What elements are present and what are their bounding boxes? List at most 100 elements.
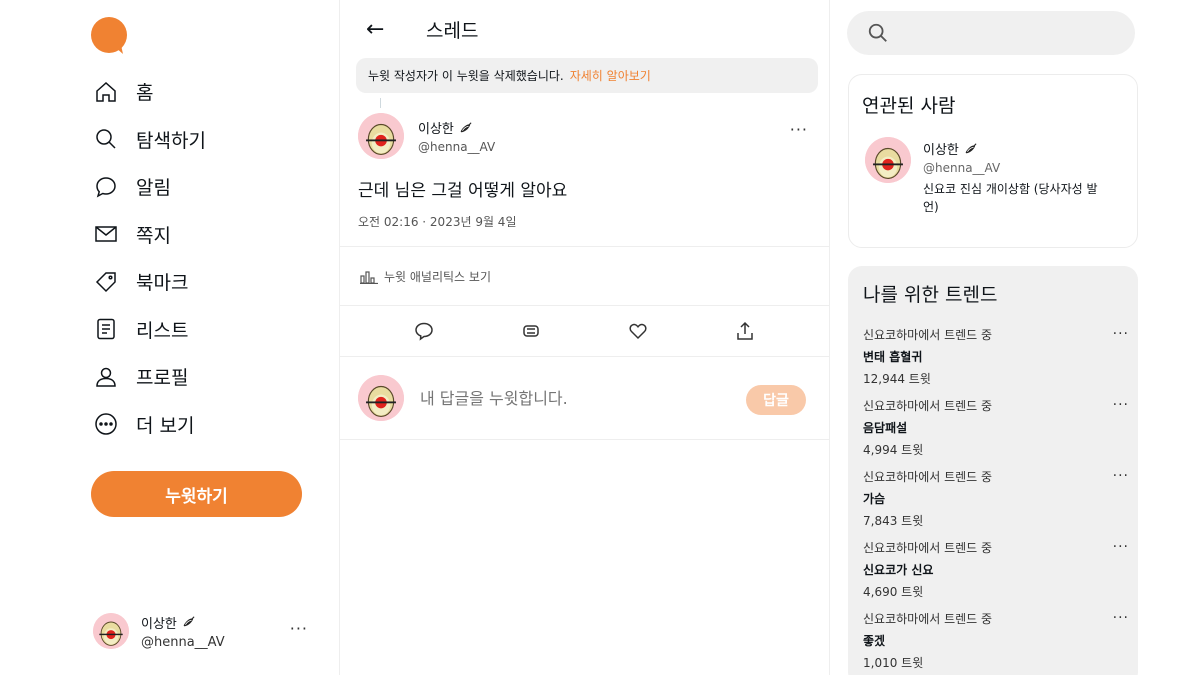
nav-label: 알림 [136, 177, 171, 200]
trend-item[interactable]: 신요코하마에서 트렌드 중 신요코가 신요 4,690 트윗 ··· [863, 539, 1129, 603]
account-handle: @henna__AV [141, 634, 225, 650]
account-switcher[interactable]: 이상한 @henna__AV ··· [93, 611, 308, 651]
avatar [93, 613, 129, 649]
bubble-icon [93, 174, 119, 200]
more-icon[interactable]: ··· [1113, 397, 1129, 413]
reply-input[interactable] [420, 388, 720, 408]
trend-item[interactable]: 신요코하마에서 트렌드 중 좋겠 1,010 트윗 ··· [863, 610, 1129, 674]
nav-label: 탐색하기 [136, 129, 206, 152]
more-icon[interactable]: ··· [1113, 468, 1129, 484]
divider [340, 246, 829, 247]
app-logo-icon[interactable] [91, 17, 129, 55]
reply-button[interactable]: 답글 [746, 385, 806, 415]
search-icon [93, 126, 119, 152]
nav-label: 쪽지 [136, 224, 171, 247]
trend-item[interactable]: 신요코하마에서 트렌드 중 음담패설 4,994 트윗 ··· [863, 397, 1129, 461]
related-handle: @henna__AV [923, 161, 1001, 175]
post-timestamp: 오전 02:16 · 2023년 9월 4일 [358, 215, 517, 229]
post-text: 근데 님은 그걸 어떻게 알아요 [358, 181, 568, 201]
nav-item-lists[interactable]: 리스트 [93, 306, 206, 354]
related-person[interactable]: 이상한 @henna__AV 신요코 진심 개이상함 (당사자성 발언) [865, 137, 1113, 216]
nav-item-notifications[interactable]: 알림 [93, 163, 206, 211]
deleted-notice: 누윗 작성자가 이 누윗을 삭제했습니다. 자세히 알아보기 [356, 58, 818, 93]
search-input[interactable] [899, 24, 1119, 42]
heart-icon[interactable] [628, 321, 648, 345]
nav-item-messages[interactable]: 쪽지 [93, 211, 206, 259]
trend-name: 음담패설 [863, 421, 908, 435]
post-author[interactable]: 이상한 [418, 118, 495, 137]
back-arrow-icon[interactable]: ← [366, 17, 388, 42]
nav-label: 홈 [136, 82, 154, 105]
related-bio: 신요코 진심 개이상함 (당사자성 발언) [923, 182, 1098, 214]
nav-item-home[interactable]: 홈 [93, 68, 206, 116]
more-icon[interactable]: ··· [790, 120, 808, 139]
trend-count: 12,944 트윗 [863, 372, 931, 386]
thread-header: ← 스레드 [340, 0, 829, 58]
avatar[interactable] [358, 113, 404, 159]
learn-more-link[interactable]: 자세히 알아보기 [570, 67, 651, 84]
trend-context: 신요코하마에서 트렌드 중 [863, 541, 993, 555]
reply-composer: 답글 [358, 374, 818, 422]
trend-context: 신요코하마에서 트렌드 중 [863, 399, 993, 413]
trend-name: 변태 흡혈귀 [863, 350, 923, 364]
more-icon[interactable]: ··· [1113, 326, 1129, 342]
display-name: 이상한 [923, 143, 959, 158]
notice-text: 누윗 작성자가 이 누윗을 삭제했습니다. [368, 69, 564, 83]
trend-name: 신요코가 신요 [863, 563, 934, 577]
related-title: 연관된 사람 [862, 95, 956, 117]
divider [340, 305, 829, 306]
reply-icon[interactable] [414, 321, 434, 345]
right-sidebar: 연관된 사람 이상한 @henna__AV 신요코 진심 개이상함 (당사자성 … [846, 0, 1138, 675]
trend-count: 4,994 트윗 [863, 443, 924, 457]
display-name: 이상한 [141, 616, 177, 632]
pepper-emoji-icon [181, 615, 195, 629]
trend-context: 신요코하마에서 트렌드 중 [863, 470, 993, 484]
thread-column: ← 스레드 누윗 작성자가 이 누윗을 삭제했습니다. 자세히 알아보기 이상한… [340, 0, 830, 675]
left-sidebar: 홈 탐색하기 알림 쪽지 북마크 리스트 프로필 더 보기 누윗하기 이상한 @… [0, 0, 340, 675]
divider [340, 356, 829, 357]
divider [340, 439, 829, 440]
renote-icon[interactable] [521, 321, 541, 345]
trend-name: 좋겠 [863, 634, 886, 648]
thread-connector-line [380, 98, 381, 108]
account-display-name: 이상한 [141, 613, 225, 632]
nav-item-more[interactable]: 더 보기 [93, 401, 206, 449]
avatar [358, 375, 404, 421]
nav-label: 리스트 [136, 319, 189, 342]
search-bar[interactable] [847, 11, 1135, 55]
nav-item-explore[interactable]: 탐색하기 [93, 116, 206, 164]
page-title: 스레드 [426, 19, 479, 42]
more-icon[interactable]: ··· [1113, 610, 1129, 626]
nav-label: 북마크 [136, 272, 189, 295]
trend-count: 7,843 트윗 [863, 514, 924, 528]
analytics-label: 누윗 애널리틱스 보기 [384, 270, 491, 284]
share-icon[interactable] [735, 321, 755, 345]
search-icon [868, 23, 887, 42]
related-display-name: 이상한 [923, 139, 1113, 158]
tag-icon [93, 269, 119, 295]
home-icon [93, 79, 119, 105]
trends-title: 나를 위한 트렌드 [863, 284, 998, 306]
more-circle-icon [93, 411, 119, 437]
post-handle: @henna__AV [418, 140, 496, 154]
trends-card: 나를 위한 트렌드 신요코하마에서 트렌드 중 변태 흡혈귀 12,944 트윗… [848, 266, 1138, 675]
pepper-emoji-icon [963, 142, 977, 156]
related-people-card: 연관된 사람 이상한 @henna__AV 신요코 진심 개이상함 (당사자성 … [848, 74, 1138, 248]
more-icon[interactable]: ··· [1113, 539, 1129, 555]
list-icon [93, 316, 119, 342]
trend-context: 신요코하마에서 트렌드 중 [863, 328, 993, 342]
analytics-link[interactable]: 누윗 애널리틱스 보기 [360, 268, 491, 285]
analytics-icon [360, 270, 378, 284]
tweet-button[interactable]: 누윗하기 [91, 471, 302, 517]
nav-item-bookmarks[interactable]: 북마크 [93, 258, 206, 306]
trend-item[interactable]: 신요코하마에서 트렌드 중 가슴 7,843 트윗 ··· [863, 468, 1129, 532]
post-actions [340, 310, 829, 356]
trend-name: 가슴 [863, 492, 886, 506]
pepper-emoji-icon [458, 121, 472, 135]
envelope-icon [93, 221, 119, 247]
trend-count: 4,690 트윗 [863, 585, 924, 599]
post: 이상한 @henna__AV ··· 근데 님은 그걸 어떻게 알아요 오전 0… [358, 112, 818, 230]
more-icon[interactable]: ··· [290, 619, 308, 638]
nav-item-profile[interactable]: 프로필 [93, 353, 206, 401]
trend-item[interactable]: 신요코하마에서 트렌드 중 변태 흡혈귀 12,944 트윗 ··· [863, 326, 1129, 390]
